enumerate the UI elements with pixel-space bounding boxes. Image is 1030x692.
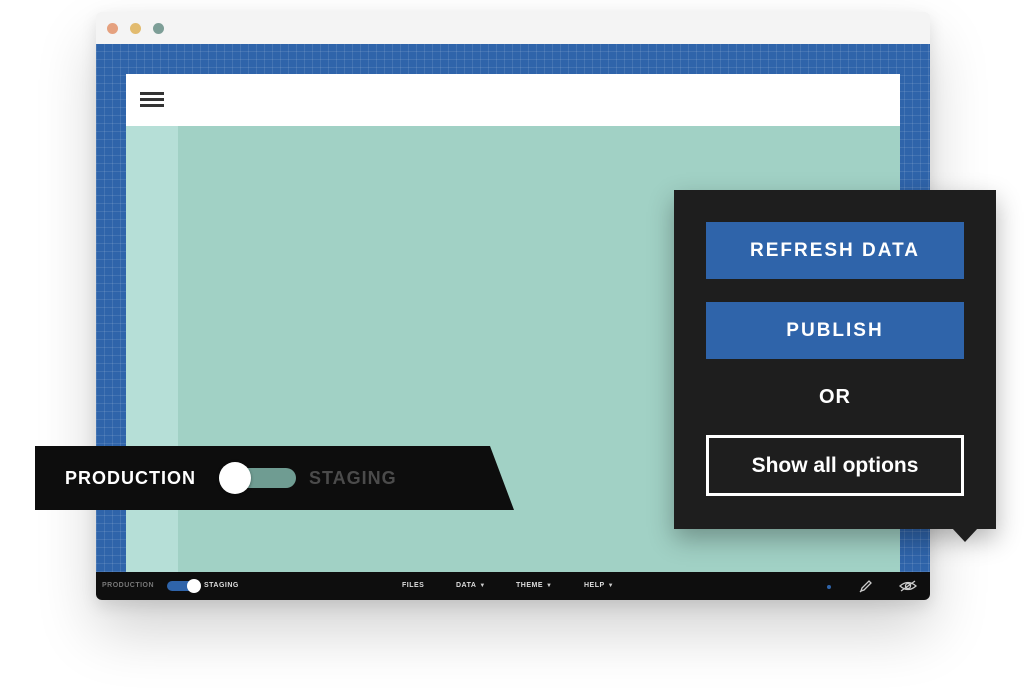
staging-label: STAGING [309,468,397,488]
publish-popover: REFRESH DATA PUBLISH OR Show all options [674,190,996,542]
chevron-down-icon: ▼ [479,583,486,589]
bottom-toolbar: PRODUCTION STAGING FILES DATA ▼ THEME ▼ HE… [96,572,930,600]
staging-label-small: STAGING [204,582,239,589]
environment-toggle[interactable] [219,462,296,494]
nav-help-label: HELP [584,582,605,589]
title-bar [96,12,930,44]
chevron-down-icon: ▼ [546,583,553,589]
pencil-icon[interactable] [858,578,874,594]
or-divider-label: OR [819,386,851,408]
chevron-down-icon: ▼ [607,583,615,589]
toggle-knob [219,462,251,494]
status-dot-icon [827,585,831,589]
popover-arrow [952,528,978,542]
production-label-small: PRODUCTION [102,582,155,589]
nav-files[interactable]: FILES [402,582,424,589]
hamburger-menu-icon[interactable] [140,92,164,108]
production-label: PRODUCTION [65,468,196,488]
nav-data-dropdown[interactable]: DATA ▼ [456,582,486,589]
nav-theme-label: THEME [516,582,543,589]
nav-data-label: DATA [456,582,477,589]
environment-toggle-small[interactable] [167,579,201,593]
show-all-options-button[interactable]: Show all options [706,435,964,496]
nav-theme-dropdown[interactable]: THEME ▼ [516,582,552,589]
close-window-dot[interactable] [107,23,118,34]
nav-files-label: FILES [402,582,425,589]
refresh-data-button[interactable]: REFRESH DATA [706,222,964,279]
maximize-window-dot[interactable] [153,23,164,34]
nav-help-dropdown[interactable]: HELP ▼ [584,582,614,589]
minimize-window-dot[interactable] [130,23,141,34]
environment-callout: PRODUCTION STAGING [35,446,514,510]
eye-icon[interactable] [899,579,917,593]
toggle-knob [187,579,201,593]
page-header [126,74,900,126]
publish-button[interactable]: PUBLISH [706,302,964,359]
